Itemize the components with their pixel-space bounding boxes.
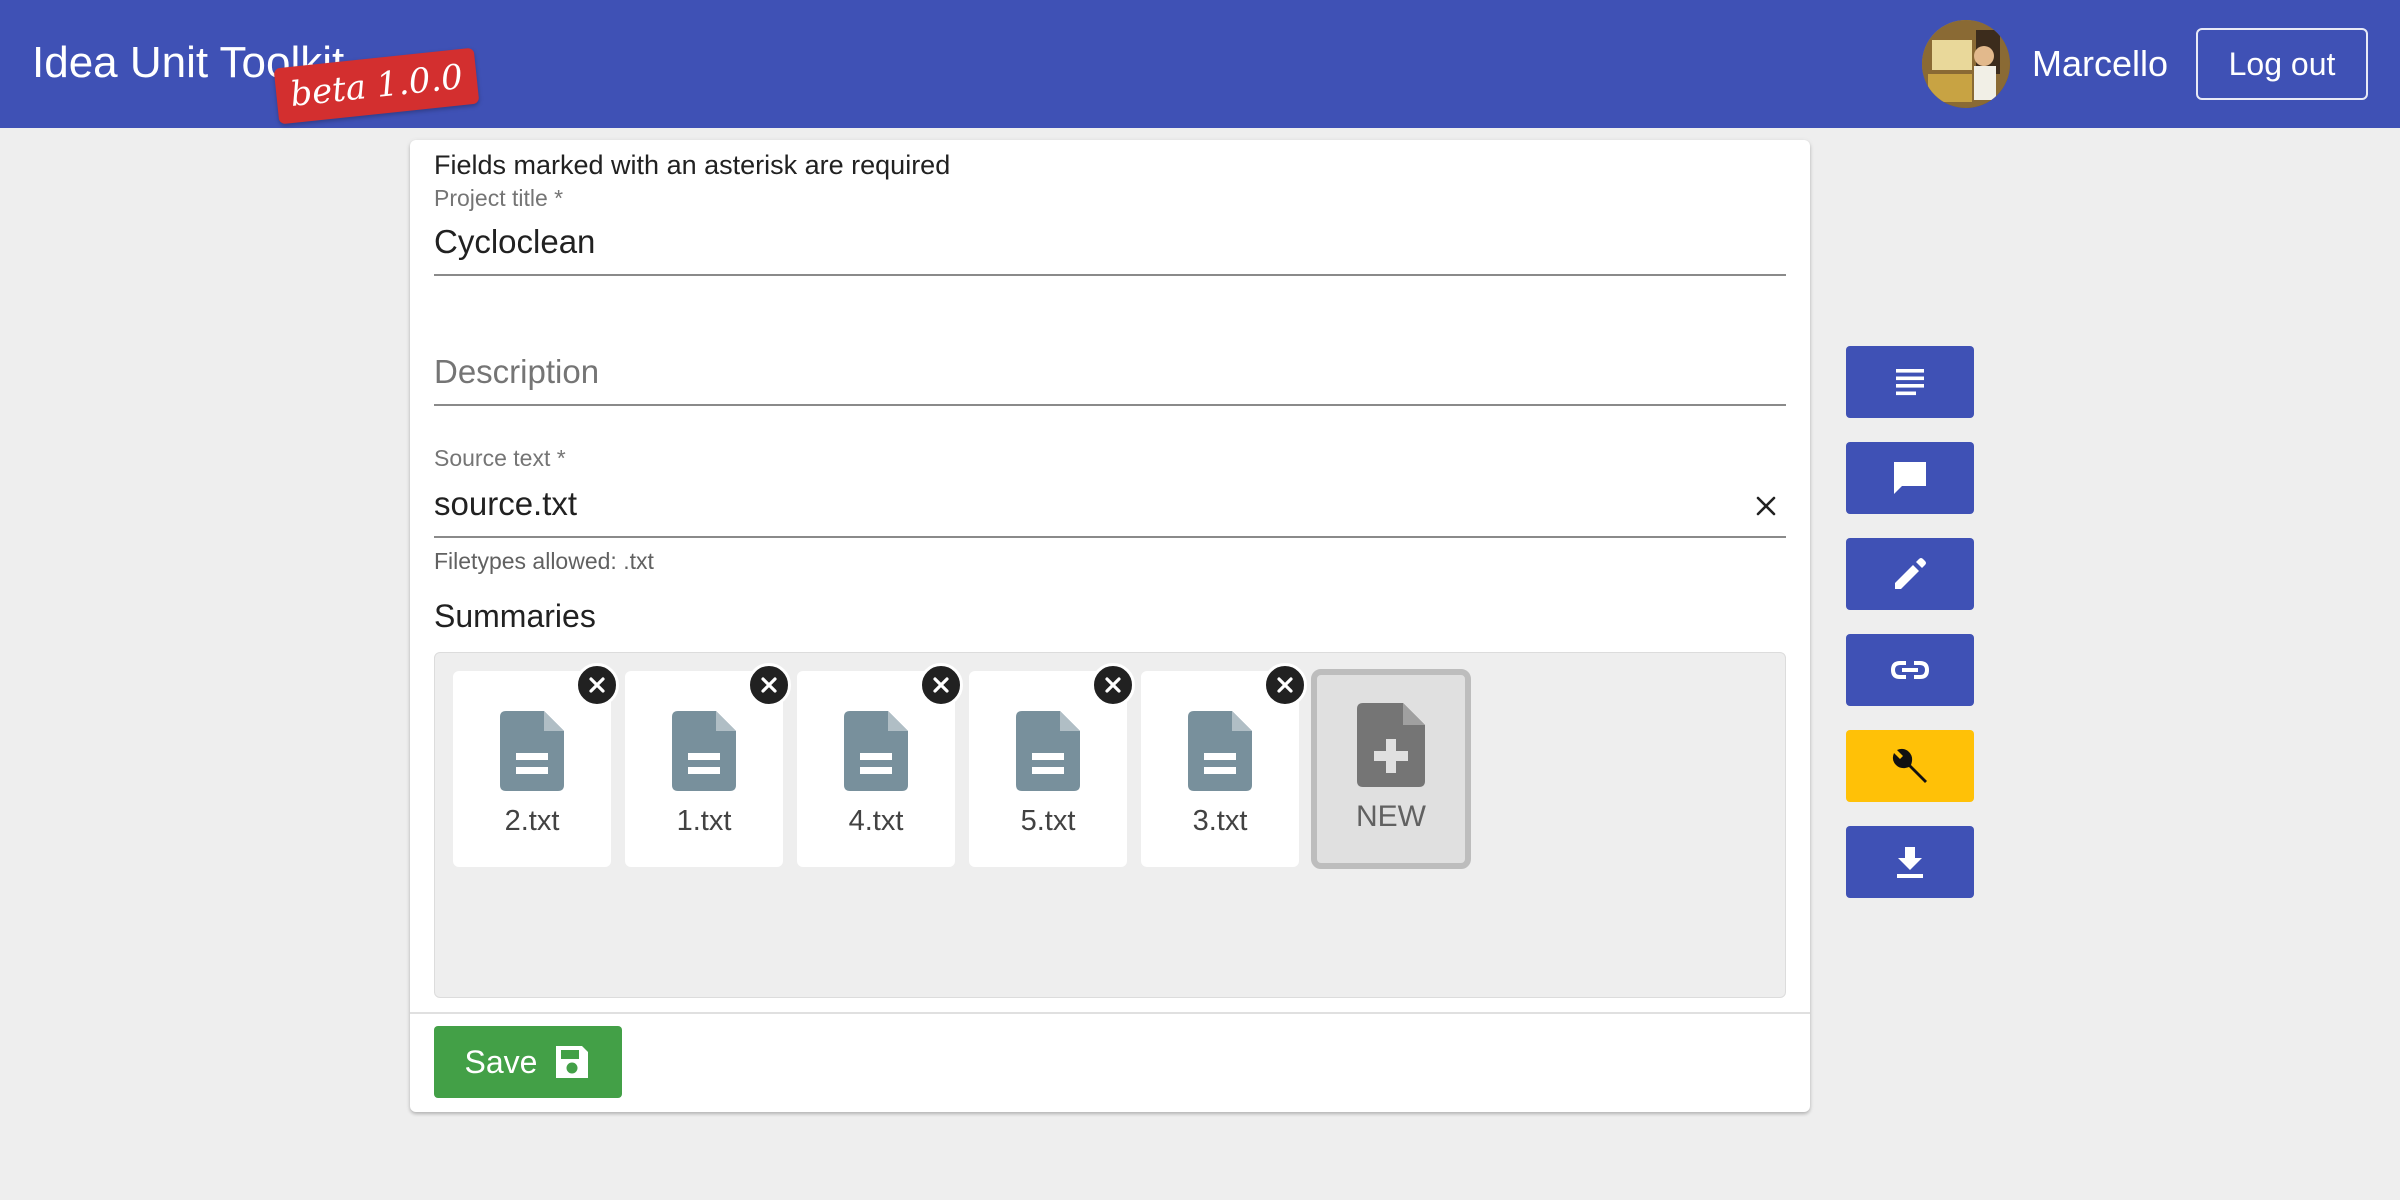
floppy-disk-icon <box>556 1046 589 1078</box>
project-title-label: Project title * <box>434 185 564 211</box>
avatar[interactable] <box>1922 20 2010 108</box>
summary-file-tile[interactable]: 4.txt <box>797 663 963 867</box>
summary-file-name: 1.txt <box>676 805 732 837</box>
summary-file-name: 2.txt <box>504 805 560 837</box>
close-icon <box>589 677 605 693</box>
save-button[interactable]: Save <box>434 1026 622 1098</box>
description-input[interactable]: Description <box>434 352 599 392</box>
summaries-title: Summaries <box>434 598 596 634</box>
new-summary-button[interactable]: NEW <box>1311 669 1471 869</box>
document-icon <box>1188 711 1252 791</box>
description-underline <box>434 404 1786 406</box>
new-summary-label: NEW <box>1356 800 1426 833</box>
clear-source-button[interactable] <box>1742 482 1790 530</box>
comment-tool-button[interactable] <box>1846 442 1974 514</box>
username: Marcello <box>2032 43 2169 84</box>
project-title-input[interactable]: Cycloclean <box>434 222 595 262</box>
summary-file-name: 4.txt <box>848 805 904 837</box>
download-tool-button[interactable] <box>1846 826 1974 898</box>
remove-summary-button[interactable] <box>575 663 619 707</box>
text-tool-button[interactable] <box>1846 346 1974 418</box>
comment-icon <box>1894 462 1926 494</box>
logout-button[interactable]: Log out <box>2196 28 2368 100</box>
summary-file-tile[interactable]: 2.txt <box>453 663 619 867</box>
document-icon <box>1016 711 1080 791</box>
settings-tool-button[interactable] <box>1846 730 1974 802</box>
summary-file-tile[interactable]: 3.txt <box>1141 663 1307 867</box>
document-icon <box>672 711 736 791</box>
text-lines-icon <box>1896 369 1924 396</box>
edit-tool-button[interactable] <box>1846 538 1974 610</box>
pencil-icon <box>1895 558 1926 589</box>
save-label: Save <box>464 1043 538 1080</box>
source-text-label: Source text * <box>434 445 566 471</box>
source-text-underline <box>434 536 1786 538</box>
close-icon <box>1277 677 1293 693</box>
summaries-dropzone[interactable]: 2.txt 1.txt 4.txt 5.txt 3.txt NEW <box>434 652 1786 998</box>
filetype-hint: Filetypes allowed: .txt <box>434 548 654 574</box>
add-document-icon <box>1357 703 1425 787</box>
close-icon <box>1105 677 1121 693</box>
source-text-input[interactable]: source.txt <box>434 484 577 524</box>
remove-summary-button[interactable] <box>1263 663 1307 707</box>
card-divider <box>410 1012 1810 1014</box>
link-icon <box>1890 661 1930 679</box>
summary-file-name: 3.txt <box>1192 805 1248 837</box>
project-form-card: Fields marked with an asterisk are requi… <box>410 140 1810 1112</box>
summary-file-tile[interactable]: 1.txt <box>625 663 791 867</box>
remove-summary-button[interactable] <box>747 663 791 707</box>
close-icon <box>933 677 949 693</box>
summary-file-tile[interactable]: 5.txt <box>969 663 1135 867</box>
close-icon <box>1756 496 1776 516</box>
wrench-icon <box>1892 748 1927 783</box>
link-tool-button[interactable] <box>1846 634 1974 706</box>
document-icon <box>500 711 564 791</box>
document-icon <box>844 711 908 791</box>
avatar-photo-icon <box>1922 20 2010 108</box>
remove-summary-button[interactable] <box>1091 663 1135 707</box>
required-note: Fields marked with an asterisk are requi… <box>434 150 951 180</box>
close-icon <box>761 677 777 693</box>
project-title-underline <box>434 274 1786 276</box>
remove-summary-button[interactable] <box>919 663 963 707</box>
download-icon <box>1897 847 1923 878</box>
app-bar: Idea Unit Toolkit beta 1.0.0 Marcello Lo… <box>0 0 2400 128</box>
summary-file-name: 5.txt <box>1020 805 1076 837</box>
